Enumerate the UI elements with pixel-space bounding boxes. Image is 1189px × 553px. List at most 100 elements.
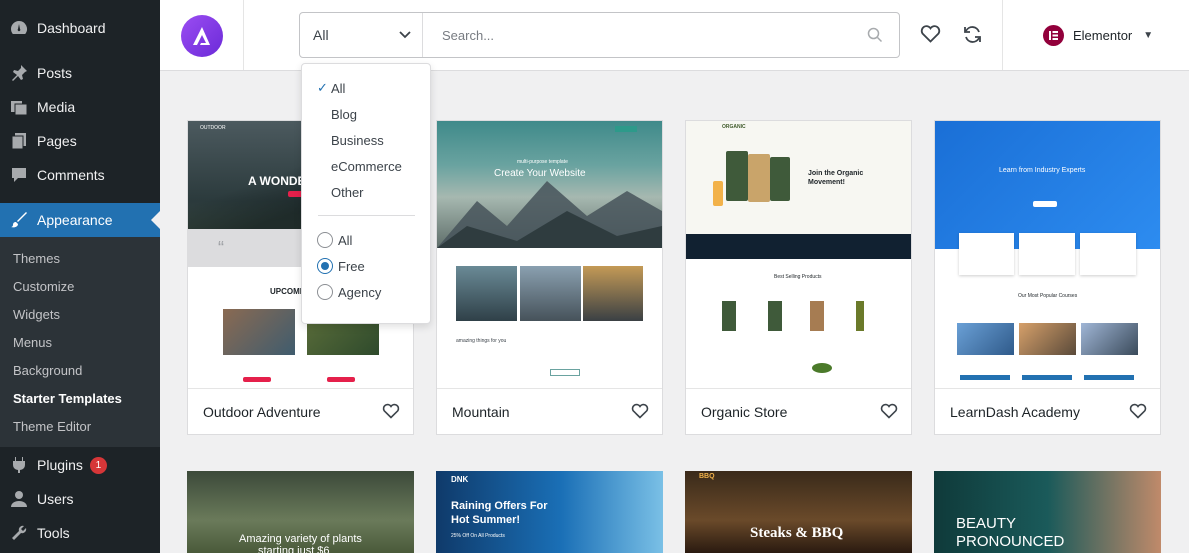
sidebar-item-dashboard[interactable]: Dashboard [0,11,160,45]
radio-label: Free [338,258,365,274]
template-card-mountain[interactable]: multi-purpose template Create Your Websi… [436,120,663,435]
template-card-learndash-academy[interactable]: Learn from Industry Experts Our Most Pop… [934,120,1161,435]
thumb-headline: Amazing variety of plants [239,533,362,545]
user-icon [9,489,29,509]
template-thumbnail: ORGANIC Join the Organic Movement! Best … [686,121,911,387]
dashboard-icon [9,18,29,38]
thumb-headline: A WONDE [248,174,306,188]
favorites-heart-icon[interactable] [920,24,941,46]
template-thumbnail: Learn from Industry Experts Our Most Pop… [935,121,1160,387]
radio-circle[interactable] [317,232,333,248]
radio-type-free[interactable]: Free [317,258,365,274]
sidebar-item-appearance[interactable]: Appearance [0,203,160,237]
dropdown-divider [318,215,415,216]
favorite-heart-icon[interactable] [880,403,898,422]
checkmark-icon: ✓ [317,80,328,95]
thumb-logo-text: DNK [451,475,469,484]
sidebar-item-plugins[interactable]: Plugins 1 [0,448,160,482]
page-builder-select[interactable]: Elementor ▼ [1002,0,1189,70]
thumb-subheading: 25% Off On All Products [451,533,505,539]
template-card-organic-store[interactable]: ORGANIC Join the Organic Movement! Best … [685,120,912,435]
template-name: Organic Store [686,388,911,434]
thumb-subheading: Our Most Popular Courses [1018,293,1078,299]
dropdown-option-blog[interactable]: Blog [331,107,357,122]
radio-type-agency[interactable]: Agency [317,284,381,300]
plugin-icon [9,455,29,475]
submenu-item-background[interactable]: Background [13,363,82,378]
thumb-headline: Learn from Industry Experts [999,167,1086,174]
thumb-headline: Join the Organic Movement! [808,170,864,186]
thumb-headline: PRONOUNCED [956,533,1065,550]
thumb-headline: Create Your Website [494,168,586,179]
category-dropdown-menu: ✓ All Blog Business eCommerce Other All … [301,63,431,324]
thumb-logo-text: ORGANIC [722,124,746,130]
dropdown-option-ecommerce[interactable]: eCommerce [331,159,402,174]
sidebar-item-tools[interactable]: Tools [0,516,160,550]
sidebar-item-posts[interactable]: Posts [0,56,160,90]
thumb-logo-text: BBQ [699,473,715,480]
template-card-beauty[interactable]: BEAUTY PRONOUNCED [934,471,1161,553]
category-select-value: All [313,27,329,43]
submenu-item-theme-editor[interactable]: Theme Editor [13,419,91,434]
starter-templates-header: All Elementor ▼ [160,0,1189,71]
sidebar-item-label: Posts [37,65,73,81]
template-card-plants[interactable]: Amazing variety of plants starting just … [187,471,414,553]
dropdown-option-business[interactable]: Business [331,133,384,148]
astra-logo[interactable] [181,15,223,57]
submenu-item-menus[interactable]: Menus [13,335,52,350]
sidebar-item-pages[interactable]: Pages [0,124,160,158]
sidebar-item-users[interactable]: Users [0,482,160,516]
submenu-item-customize[interactable]: Customize [13,279,74,294]
search-bar: All [299,12,900,58]
search-input[interactable] [424,13,854,57]
admin-sidebar: Dashboard Posts Media Pages Comments App… [0,0,160,553]
pin-icon [9,63,29,83]
radio-type-all[interactable]: All [317,232,352,248]
sidebar-item-label: Tools [37,525,70,541]
radio-circle[interactable] [317,284,333,300]
sync-refresh-icon[interactable] [962,24,983,48]
media-icon [9,97,29,117]
submenu-item-themes[interactable]: Themes [13,251,60,266]
sidebar-item-label: Pages [37,133,77,149]
sidebar-item-label: Appearance [37,212,113,228]
sidebar-item-media[interactable]: Media [0,90,160,124]
thumb-headline: BEAUTY [956,515,1017,532]
dropdown-option-other[interactable]: Other [331,185,364,200]
template-card-bbq[interactable]: BBQ Steaks & BBQ [685,471,912,553]
category-select[interactable]: All [300,13,423,57]
dropdown-option-all[interactable]: All [331,81,345,96]
radio-circle-selected[interactable] [317,258,333,274]
submenu-item-starter-templates[interactable]: Starter Templates [13,391,122,406]
thumb-logo-text: OUTDOOR [200,125,226,131]
logo-area [160,0,244,70]
search-icon[interactable] [867,27,883,46]
favorite-heart-icon[interactable] [631,403,649,422]
thumb-caption: amazing things for you [456,338,507,344]
favorite-heart-icon[interactable] [1129,403,1147,422]
template-thumbnail: multi-purpose template Create Your Websi… [437,121,662,387]
page-builder-label: Elementor [1073,27,1133,43]
sidebar-item-label: Dashboard [37,20,106,36]
thumb-headline: Raining Offers For [451,500,548,512]
template-card-dnk[interactable]: DNK Raining Offers For Hot Summer! 25% O… [436,471,663,553]
thumb-headline: Steaks & BBQ [750,525,844,541]
thumb-subheading: starting just $6 [258,545,330,553]
update-count-badge: 1 [89,456,107,474]
brush-icon [9,210,29,230]
thumb-subheading: Best Selling Products [774,274,822,280]
favorite-heart-icon[interactable] [382,403,400,422]
wrench-icon [9,523,29,543]
thumb-headline: Hot Summer! [451,514,521,526]
caret-down-icon: ▼ [1143,29,1154,41]
appearance-submenu: Themes Customize Widgets Menus Backgroun… [0,237,160,447]
template-name: LearnDash Academy [935,388,1160,434]
sidebar-item-label: Plugins [37,457,83,473]
sidebar-item-comments[interactable]: Comments [0,158,160,192]
submenu-item-widgets[interactable]: Widgets [13,307,60,322]
sidebar-item-label: Users [37,491,74,507]
elementor-icon [1043,24,1064,46]
template-name: Outdoor Adventure [188,388,413,434]
pages-icon [9,131,29,151]
radio-label: All [338,232,353,248]
